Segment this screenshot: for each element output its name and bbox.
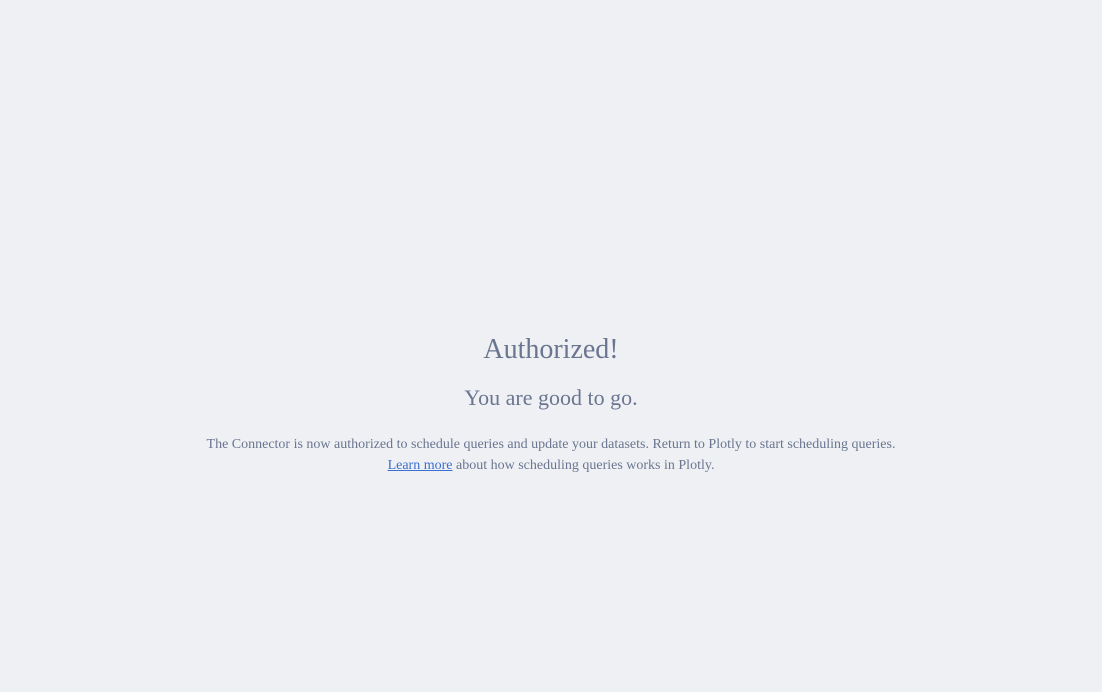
description-line-2: about how scheduling queries works in Pl… bbox=[452, 458, 715, 473]
description-line-1: The Connector is now authorized to sched… bbox=[206, 437, 896, 452]
page-subtitle: You are good to go. bbox=[464, 385, 638, 410]
description-paragraph: The Connector is now authorized to sched… bbox=[0, 434, 1102, 476]
page-title: Authorized! bbox=[483, 334, 619, 365]
authorization-message: Authorized! You are good to go. The Conn… bbox=[0, 330, 1102, 476]
learn-more-link[interactable]: Learn more bbox=[388, 458, 453, 473]
